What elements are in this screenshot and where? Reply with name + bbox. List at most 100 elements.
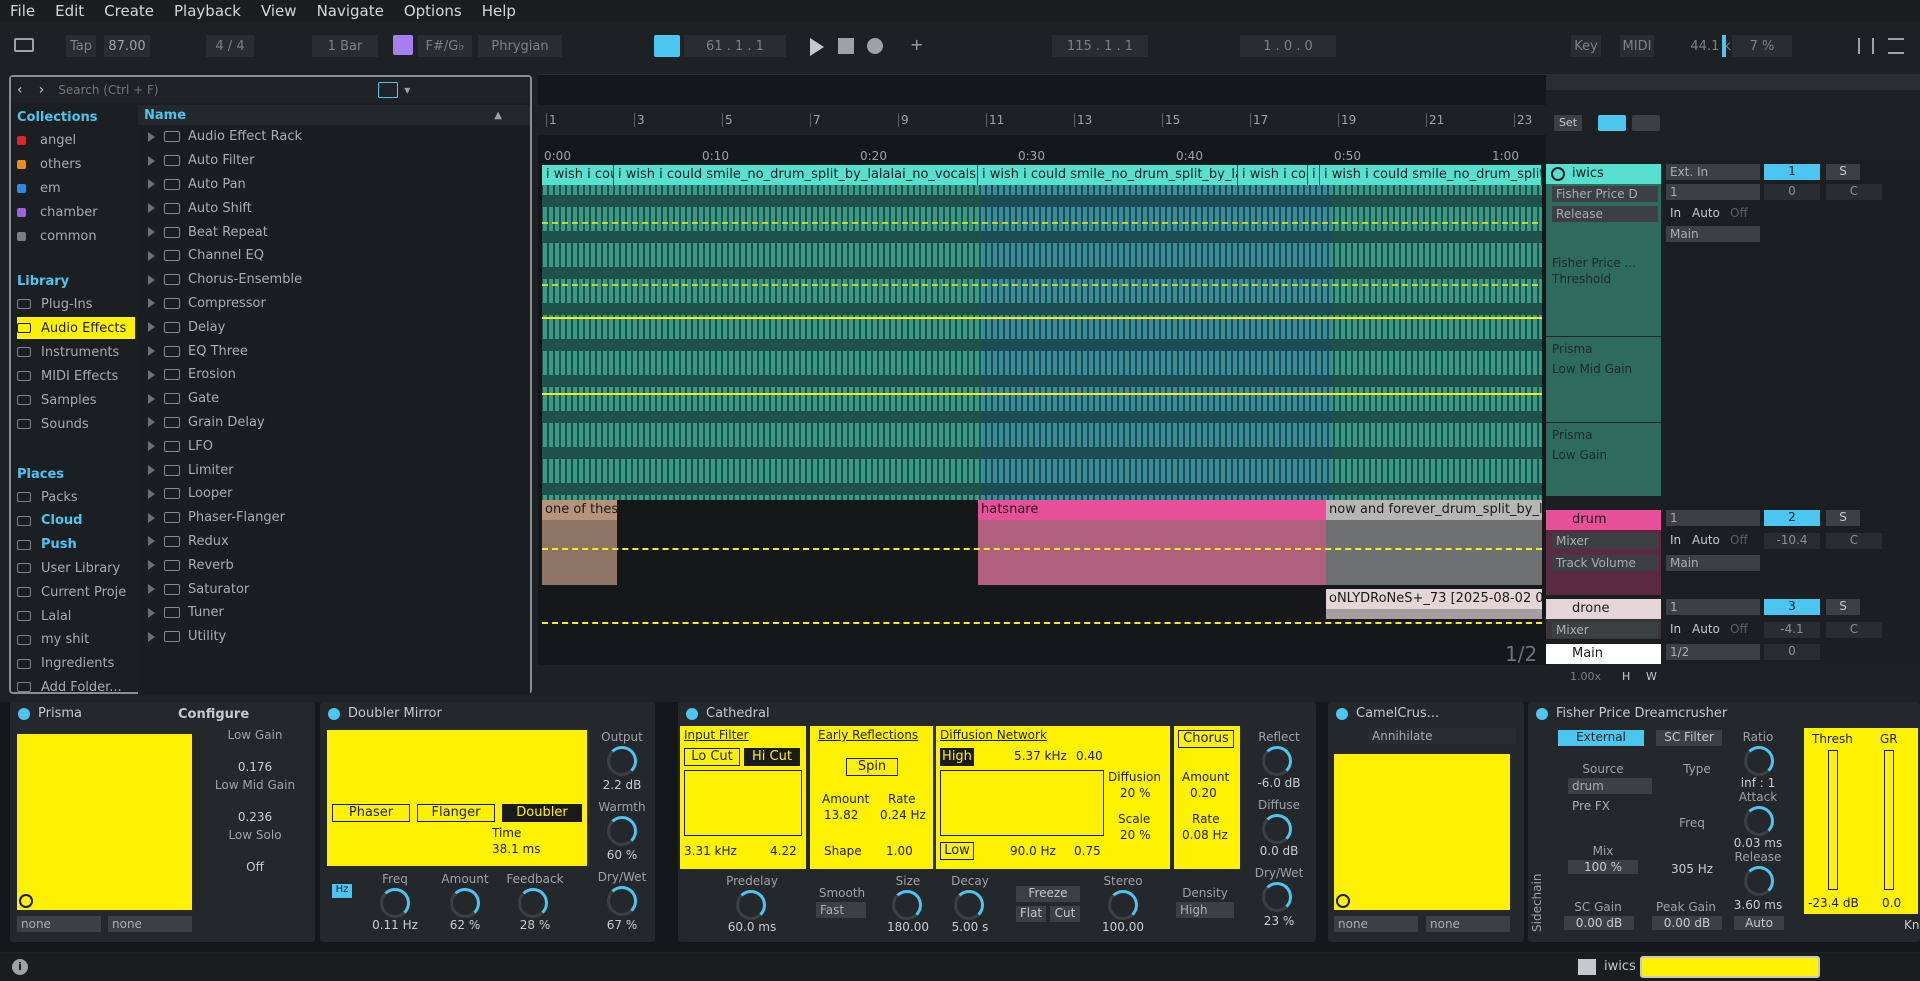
browser-item[interactable]: Grain Delay — [138, 411, 530, 435]
release-knob[interactable] — [1744, 866, 1774, 896]
clip-hatsnare[interactable]: hatsnare — [978, 500, 1326, 585]
solo-button-2[interactable]: S — [1826, 510, 1860, 526]
loop-start[interactable]: 115 . 1 . 1 — [1052, 35, 1148, 57]
track-name-drum[interactable]: drum — [1546, 510, 1661, 530]
collection-chamber[interactable]: chamber — [17, 201, 135, 223]
collection-others[interactable]: others — [17, 153, 135, 175]
beat-ruler[interactable]: 1 3 5 7 9 11 13 15 17 19 21 23 — [538, 105, 1546, 135]
auto-release-button[interactable]: Auto — [1734, 916, 1784, 930]
spin-button[interactable]: Spin — [846, 758, 898, 776]
scale-select[interactable]: Phrygian — [478, 35, 562, 57]
expand-icon[interactable] — [148, 393, 155, 404]
device-chooser-drum[interactable]: Mixer — [1552, 533, 1658, 549]
mode-phaser[interactable]: Phaser — [332, 804, 410, 822]
drone-lane[interactable]: oNLYDRoNeS+_73 [2025-08-02 0026 — [542, 589, 1542, 629]
camel-mod-b[interactable]: none — [1426, 916, 1510, 932]
expand-icon[interactable] — [148, 441, 155, 452]
tempo-scale[interactable]: 1.00x — [1570, 670, 1601, 683]
track-number-1[interactable]: 1 — [1764, 164, 1820, 180]
doubler-display[interactable]: Phaser Flanger Doubler Time 38.1 ms — [327, 730, 587, 866]
browser-item[interactable]: Limiter — [138, 458, 530, 482]
clip-header[interactable]: i wi — [1308, 165, 1320, 185]
library-item-5[interactable]: Sounds — [17, 413, 135, 435]
amount-knob[interactable] — [450, 888, 480, 918]
hicut-button[interactable]: Hi Cut — [744, 748, 800, 766]
browser-item[interactable]: Auto Pan — [138, 173, 530, 197]
library-item-1[interactable]: Audio Effects — [17, 317, 135, 339]
low-solo-value[interactable]: Off — [200, 860, 310, 874]
drywet-knob[interactable] — [607, 886, 637, 916]
cut-button[interactable]: Cut — [1050, 906, 1080, 922]
threshold-meter[interactable] — [1828, 750, 1838, 890]
mode-doubler[interactable]: Doubler — [502, 804, 582, 822]
expand-icon[interactable] — [148, 560, 155, 571]
monitor-off-drone[interactable]: Off — [1730, 622, 1748, 636]
automation-lane-1[interactable]: Fisher Price ... Threshold — [1552, 256, 1636, 286]
sort-up-icon[interactable]: ▲ — [494, 110, 502, 121]
track-name-main[interactable]: Main — [1546, 644, 1661, 664]
track-number-3[interactable]: 3 — [1764, 599, 1820, 615]
set-button[interactable]: Set — [1554, 115, 1582, 131]
density-select[interactable]: High — [1176, 902, 1234, 918]
place-item-8[interactable]: Add Folder... — [17, 676, 135, 698]
expand-icon[interactable] — [148, 274, 155, 285]
filter-icon[interactable] — [378, 82, 399, 98]
power-icon[interactable] — [328, 707, 340, 720]
early-reflections-panel[interactable]: Early Reflections Spin Amount 13.82 Rate… — [810, 726, 933, 869]
w-button[interactable]: W — [1646, 670, 1657, 683]
track-name-drone[interactable]: drone — [1546, 599, 1661, 619]
camel-xy-pad[interactable] — [1334, 754, 1510, 910]
browser-item[interactable]: Gate — [138, 387, 530, 411]
input-channel-iwics[interactable]: 1 — [1666, 184, 1760, 200]
midi-map-button[interactable]: MIDI — [1620, 35, 1654, 57]
place-item-5[interactable]: Lalal — [17, 605, 135, 627]
browser-item[interactable]: EQ Three — [138, 339, 530, 363]
output-iwics[interactable]: Main — [1666, 226, 1760, 242]
prisma-mod-b[interactable]: none — [108, 916, 192, 932]
pan-field-2[interactable]: C — [1826, 533, 1882, 549]
attack-knob[interactable] — [1744, 806, 1774, 836]
sc-gain-value[interactable]: 0.00 dB — [1564, 916, 1634, 930]
input-drum[interactable]: 1 — [1666, 510, 1760, 526]
cathedral-drywet-knob[interactable] — [1262, 882, 1292, 912]
browser-item[interactable]: Beat Repeat — [138, 220, 530, 244]
expand-icon[interactable] — [148, 250, 155, 261]
menu-options[interactable]: Options — [394, 0, 472, 22]
volume-field-1[interactable]: 0 — [1764, 184, 1820, 200]
song-position[interactable]: 61 . 1 . 1 — [684, 35, 786, 57]
solo-button-3[interactable]: S — [1826, 599, 1860, 615]
clip-header[interactable]: i wish i could smile_no_drum_split_ — [1320, 165, 1542, 185]
chorus-panel[interactable]: Chorus Amount 0.20 Rate 0.08 Hz — [1174, 726, 1240, 869]
expand-icon[interactable] — [148, 584, 155, 595]
prisma-mod-a[interactable]: none — [17, 916, 101, 932]
volume-field-3[interactable]: -4.1 — [1764, 622, 1820, 638]
clip-drone[interactable]: oNLYDRoNeS+_73 [2025-08-02 0026 — [1326, 589, 1542, 619]
browser-search-input[interactable] — [58, 83, 379, 97]
library-item-4[interactable]: Samples — [17, 389, 135, 411]
clip-header[interactable]: i wish i could smile_no_drum_split_by_la… — [978, 165, 1238, 185]
prefx-select[interactable]: Pre FX — [1568, 798, 1652, 814]
feedback-knob[interactable] — [518, 888, 548, 918]
low-button[interactable]: Low — [940, 842, 974, 860]
iwics-lane[interactable] — [542, 165, 1542, 500]
sc-filter-button[interactable]: SC Filter — [1656, 730, 1722, 746]
expand-icon[interactable] — [148, 203, 155, 214]
name-column-header[interactable]: Name ▲ — [138, 105, 530, 125]
camel-mod-a[interactable]: none — [1334, 916, 1418, 932]
collection-em[interactable]: em — [17, 177, 135, 199]
mix-value[interactable]: 100 % — [1568, 860, 1638, 874]
layout-icon[interactable] — [14, 38, 34, 52]
browser-item[interactable]: LFO — [138, 434, 530, 458]
browser-item[interactable]: Chorus-Ensemble — [138, 268, 530, 292]
expand-icon[interactable] — [148, 417, 155, 428]
xy-handle[interactable] — [19, 894, 33, 908]
prisma-xy-pad[interactable] — [17, 734, 192, 910]
locut-button[interactable]: Lo Cut — [684, 748, 740, 766]
track-number-2[interactable]: 2 — [1764, 510, 1820, 526]
xy-handle[interactable] — [1336, 894, 1350, 908]
automation-lane-2[interactable]: Prisma Low Mid Gain — [1552, 342, 1632, 376]
track-select-icon[interactable] — [1578, 959, 1596, 975]
device-chooser-drone[interactable]: Mixer — [1552, 622, 1658, 638]
chorus-button[interactable]: Chorus — [1178, 730, 1234, 748]
browser-item[interactable]: Utility — [138, 625, 530, 649]
